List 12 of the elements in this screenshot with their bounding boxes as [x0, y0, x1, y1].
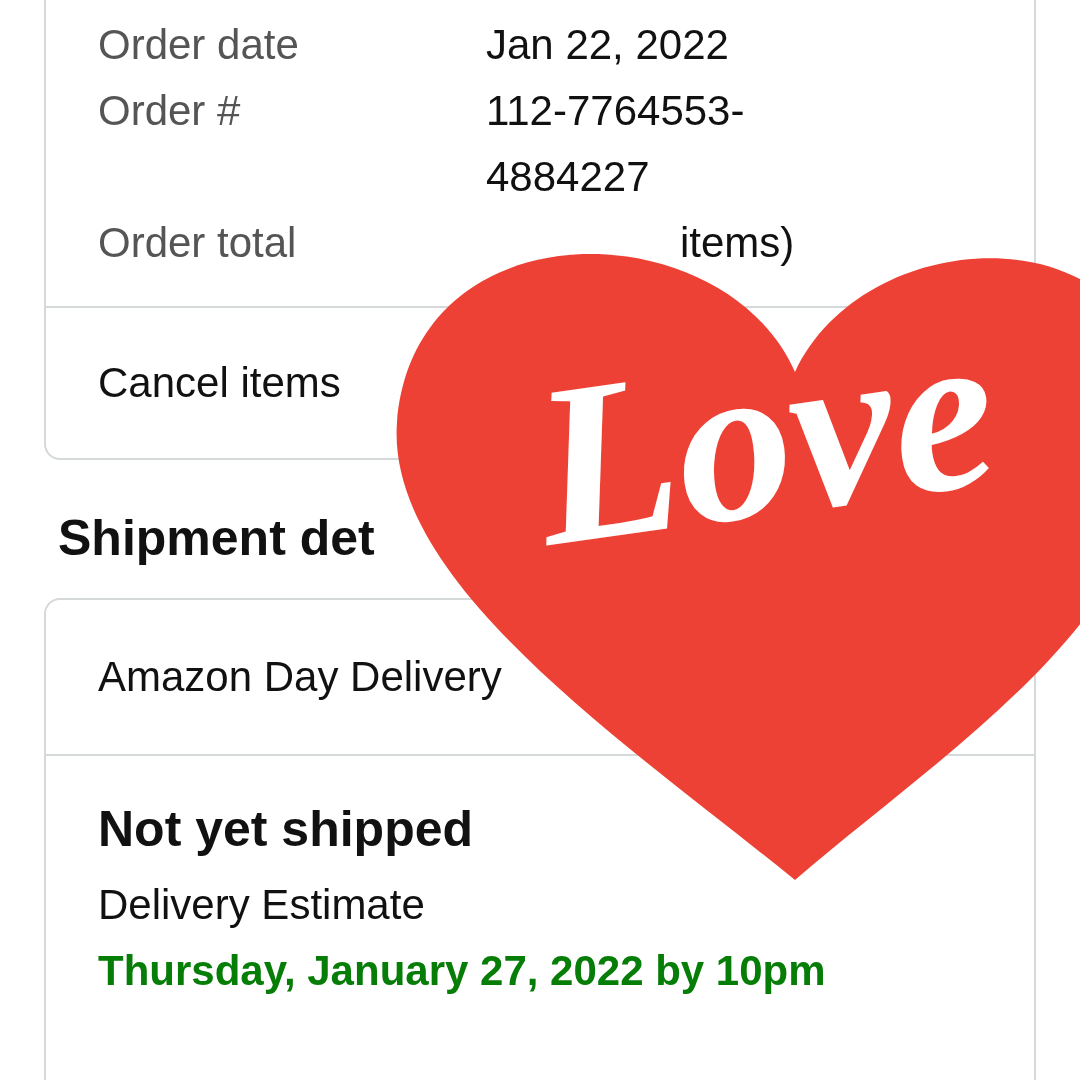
- shipment-status: Not yet shipped: [98, 800, 475, 859]
- field-value: Jan 22, 2022: [486, 20, 729, 70]
- delivery-date: Thursday, January 27, 2022 by 10pm: [98, 946, 827, 996]
- field-label: Order date: [98, 20, 300, 70]
- sticker-text: Love: [521, 291, 1009, 583]
- estimate-label: Delivery Estimate: [98, 880, 426, 930]
- field-label: Order total: [98, 218, 298, 268]
- section-title: Shipment det: [58, 510, 375, 566]
- field-label: Order #: [98, 86, 242, 136]
- field-value: items): [679, 218, 795, 268]
- delivery-method: Amazon Day Delivery: [98, 653, 502, 700]
- cancel-items-link[interactable]: Cancel items: [98, 359, 341, 406]
